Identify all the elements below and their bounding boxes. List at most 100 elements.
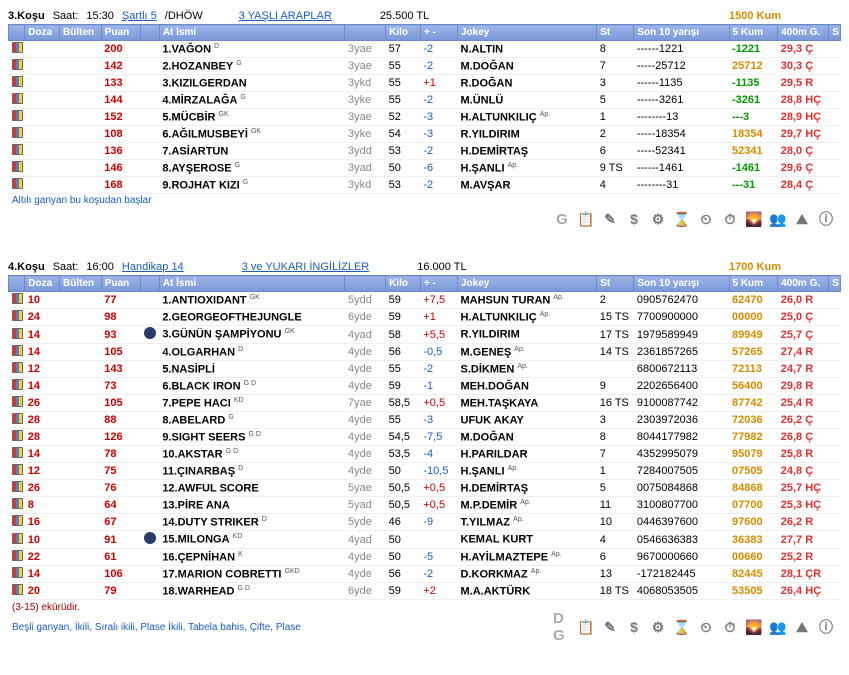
tool-icon[interactable]: 🌄 <box>745 618 763 636</box>
book-icon[interactable] <box>12 310 23 321</box>
table-row[interactable]: 141054.OLGARHAN D4yde56-0,5M.GENEŞ Ap.14… <box>9 344 841 361</box>
tool-icon[interactable]: 👥 <box>769 210 787 228</box>
col-st[interactable]: St <box>597 25 634 41</box>
col-doza[interactable]: Doza <box>25 25 60 41</box>
table-row[interactable]: 28888.ABELARD G4yde55-3UFUK AKAY 3230397… <box>9 412 841 429</box>
col-s[interactable]: S <box>829 25 841 41</box>
horse-name-cell[interactable]: 17.MARION COBRETTI GKD <box>159 566 345 583</box>
table-row[interactable]: 1422.HOZANBEY G3yae55-2M.DOĞAN 7-----257… <box>9 58 841 75</box>
book-icon[interactable] <box>12 396 23 407</box>
horse-name-cell[interactable]: 4.OLGARHAN D <box>159 344 345 361</box>
book-icon[interactable] <box>12 293 23 304</box>
jokey-cell[interactable]: M.ÜNLÜ <box>458 92 597 109</box>
jokey-cell[interactable]: M.DOĞAN <box>458 58 597 75</box>
jokey-cell[interactable]: H.ALTUNKILIÇ Ap. <box>458 309 597 326</box>
table-row[interactable]: 1525.MÜCBİR GK3yae52-3H.ALTUNKILIÇ Ap.1-… <box>9 109 841 126</box>
jokey-cell[interactable]: M.A.AKTÜRK <box>458 583 597 600</box>
horse-name-cell[interactable]: 18.WARHEAD G D <box>159 583 345 600</box>
col-bulten[interactable]: Bülten <box>60 25 102 41</box>
table-row[interactable]: 2001.VAĞON D3yae57-2N.ALTIN 8------1221-… <box>9 41 841 58</box>
jokey-cell[interactable]: MAHSUN TURAN Ap. <box>458 292 597 309</box>
tool-icon[interactable]: ⏱ <box>721 210 739 228</box>
tool-icon[interactable]: ⏲ <box>697 210 715 228</box>
jokey-cell[interactable]: UFUK AKAY <box>458 412 597 429</box>
tool-icon[interactable]: ⌛ <box>673 618 691 636</box>
col-atismi[interactable]: At İsmi <box>159 276 345 292</box>
horse-name-cell[interactable]: 5.MÜCBİR GK <box>159 109 345 126</box>
jokey-cell[interactable]: H.ALTUNKILIÇ Ap. <box>458 109 597 126</box>
table-row[interactable]: 127511.ÇINARBAŞ D4yde50-10,5H.ŞANLI Ap.1… <box>9 463 841 480</box>
tool-icon[interactable]: ⛰ <box>793 618 811 636</box>
book-icon[interactable] <box>12 464 23 475</box>
tool-icon[interactable]: ⚙ <box>649 210 667 228</box>
table-row[interactable]: 281269.SIGHT SEERS G D4yde54,5-7,5M.DOĞA… <box>9 429 841 446</box>
jokey-cell[interactable]: S.DİKMEN Ap. <box>458 361 597 378</box>
book-icon[interactable] <box>12 161 23 172</box>
tool-icon[interactable]: 📋 <box>577 210 595 228</box>
tool-letters-dg[interactable]: D G <box>553 618 571 636</box>
jokey-cell[interactable]: KEMAL KURT <box>458 531 597 549</box>
horse-name-cell[interactable]: 14.DUTY STRIKER D <box>159 514 345 531</box>
table-row[interactable]: 226116.ÇEPNİHAN K4yde50-5H.AYİLMAZTEPE A… <box>9 549 841 566</box>
jokey-cell[interactable]: H.AYİLMAZTEPE Ap. <box>458 549 597 566</box>
tool-icon[interactable]: $ <box>625 618 643 636</box>
book-icon[interactable] <box>12 515 23 526</box>
table-row[interactable]: 1367.ASİARTUN 3ydd53-2H.DEMİRTAŞ 6-----5… <box>9 143 841 160</box>
col-puan[interactable]: Puan <box>101 25 140 41</box>
horse-name-cell[interactable]: 7.PEPE HACI KD <box>159 395 345 412</box>
jokey-cell[interactable]: MEH.TAŞKAYA <box>458 395 597 412</box>
jokey-cell[interactable]: N.ALTIN <box>458 41 597 58</box>
table-row[interactable]: 14933.GÜNÜN ŞAMPİYONU GK4yad58+5,5R.YILD… <box>9 326 841 344</box>
book-icon[interactable] <box>12 76 23 87</box>
book-icon[interactable] <box>12 59 23 70</box>
horse-name-cell[interactable]: 7.ASİARTUN <box>159 143 345 160</box>
horse-name-cell[interactable]: 4.MİRZALAĞA G <box>159 92 345 109</box>
tool-icon[interactable]: ⓘ <box>817 210 835 228</box>
tool-icon[interactable]: 📋 <box>577 618 595 636</box>
jokey-cell[interactable]: M.GENEŞ Ap. <box>458 344 597 361</box>
table-row[interactable]: 14736.BLACK IRON G D4yde59-1MEH.DOĞAN 92… <box>9 378 841 395</box>
col-s[interactable]: S <box>829 276 841 292</box>
book-icon[interactable] <box>12 584 23 595</box>
horse-name-cell[interactable]: 2.HOZANBEY G <box>159 58 345 75</box>
table-row[interactable]: 1333.KIZILGERDAN 3ykd55+1R.DOĞAN 3------… <box>9 75 841 92</box>
table-row[interactable]: 1444.MİRZALAĞA G3yke55-2M.ÜNLÜ 5------32… <box>9 92 841 109</box>
tool-icon[interactable]: ⏲ <box>697 618 715 636</box>
tool-letter-g[interactable]: G <box>553 210 571 228</box>
tool-icon[interactable]: ✎ <box>601 210 619 228</box>
table-row[interactable]: 121435.NASİPLİ 4yde55-2S.DİKMEN Ap.68006… <box>9 361 841 378</box>
table-row[interactable]: 86413.PİRE ANA 5yad50,5+0,5M.P.DEMİR Ap.… <box>9 497 841 514</box>
horse-name-cell[interactable]: 6.BLACK IRON G D <box>159 378 345 395</box>
col-st[interactable]: St <box>597 276 634 292</box>
table-row[interactable]: 1468.AYŞEROSE G3yad50-6H.ŞANLI Ap.9 TS--… <box>9 160 841 177</box>
horse-name-cell[interactable]: 6.AĞILMUSBEYİ GK <box>159 126 345 143</box>
col-g400[interactable]: 400m G. <box>778 276 829 292</box>
col-kum5[interactable]: 5 Kum <box>729 276 778 292</box>
book-icon[interactable] <box>12 93 23 104</box>
tool-icon[interactable]: ⌛ <box>673 210 691 228</box>
jokey-cell[interactable]: R.DOĞAN <box>458 75 597 92</box>
col-doza[interactable]: Doza <box>25 276 60 292</box>
book-icon[interactable] <box>12 498 23 509</box>
col-jokey[interactable]: Jokey <box>458 276 597 292</box>
col-kum5[interactable]: 5 Kum <box>729 25 778 41</box>
jokey-cell[interactable]: R.YILDIRIM <box>458 126 597 143</box>
col-jokey[interactable]: Jokey <box>458 25 597 41</box>
horse-name-cell[interactable]: 9.ROJHAT KIZI G <box>159 177 345 194</box>
horse-name-cell[interactable]: 15.MILONGA KD <box>159 531 345 549</box>
table-row[interactable]: 24982.GEORGEOFTHEJUNGLE 6yde59+1H.ALTUNK… <box>9 309 841 326</box>
book-icon[interactable] <box>12 42 23 53</box>
horse-name-cell[interactable]: 1.VAĞON D <box>159 41 345 58</box>
book-icon[interactable] <box>12 413 23 424</box>
jokey-cell[interactable]: H.DEMİRTAŞ <box>458 143 597 160</box>
condition-link[interactable]: Handikap 14 <box>122 261 184 273</box>
horse-name-cell[interactable]: 9.SIGHT SEERS G D <box>159 429 345 446</box>
table-row[interactable]: 207918.WARHEAD G D6yde59+2M.A.AKTÜRK 18 … <box>9 583 841 600</box>
horse-name-cell[interactable]: 3.GÜNÜN ŞAMPİYONU GK <box>159 326 345 344</box>
table-row[interactable]: 147810.AKSTAR G D4yde53,5-4H.PARILDAR 74… <box>9 446 841 463</box>
tool-icon[interactable]: ⓘ <box>817 618 835 636</box>
book-icon[interactable] <box>12 127 23 138</box>
tool-icon[interactable]: ⚙ <box>649 618 667 636</box>
book-icon[interactable] <box>12 550 23 561</box>
horse-name-cell[interactable]: 11.ÇINARBAŞ D <box>159 463 345 480</box>
